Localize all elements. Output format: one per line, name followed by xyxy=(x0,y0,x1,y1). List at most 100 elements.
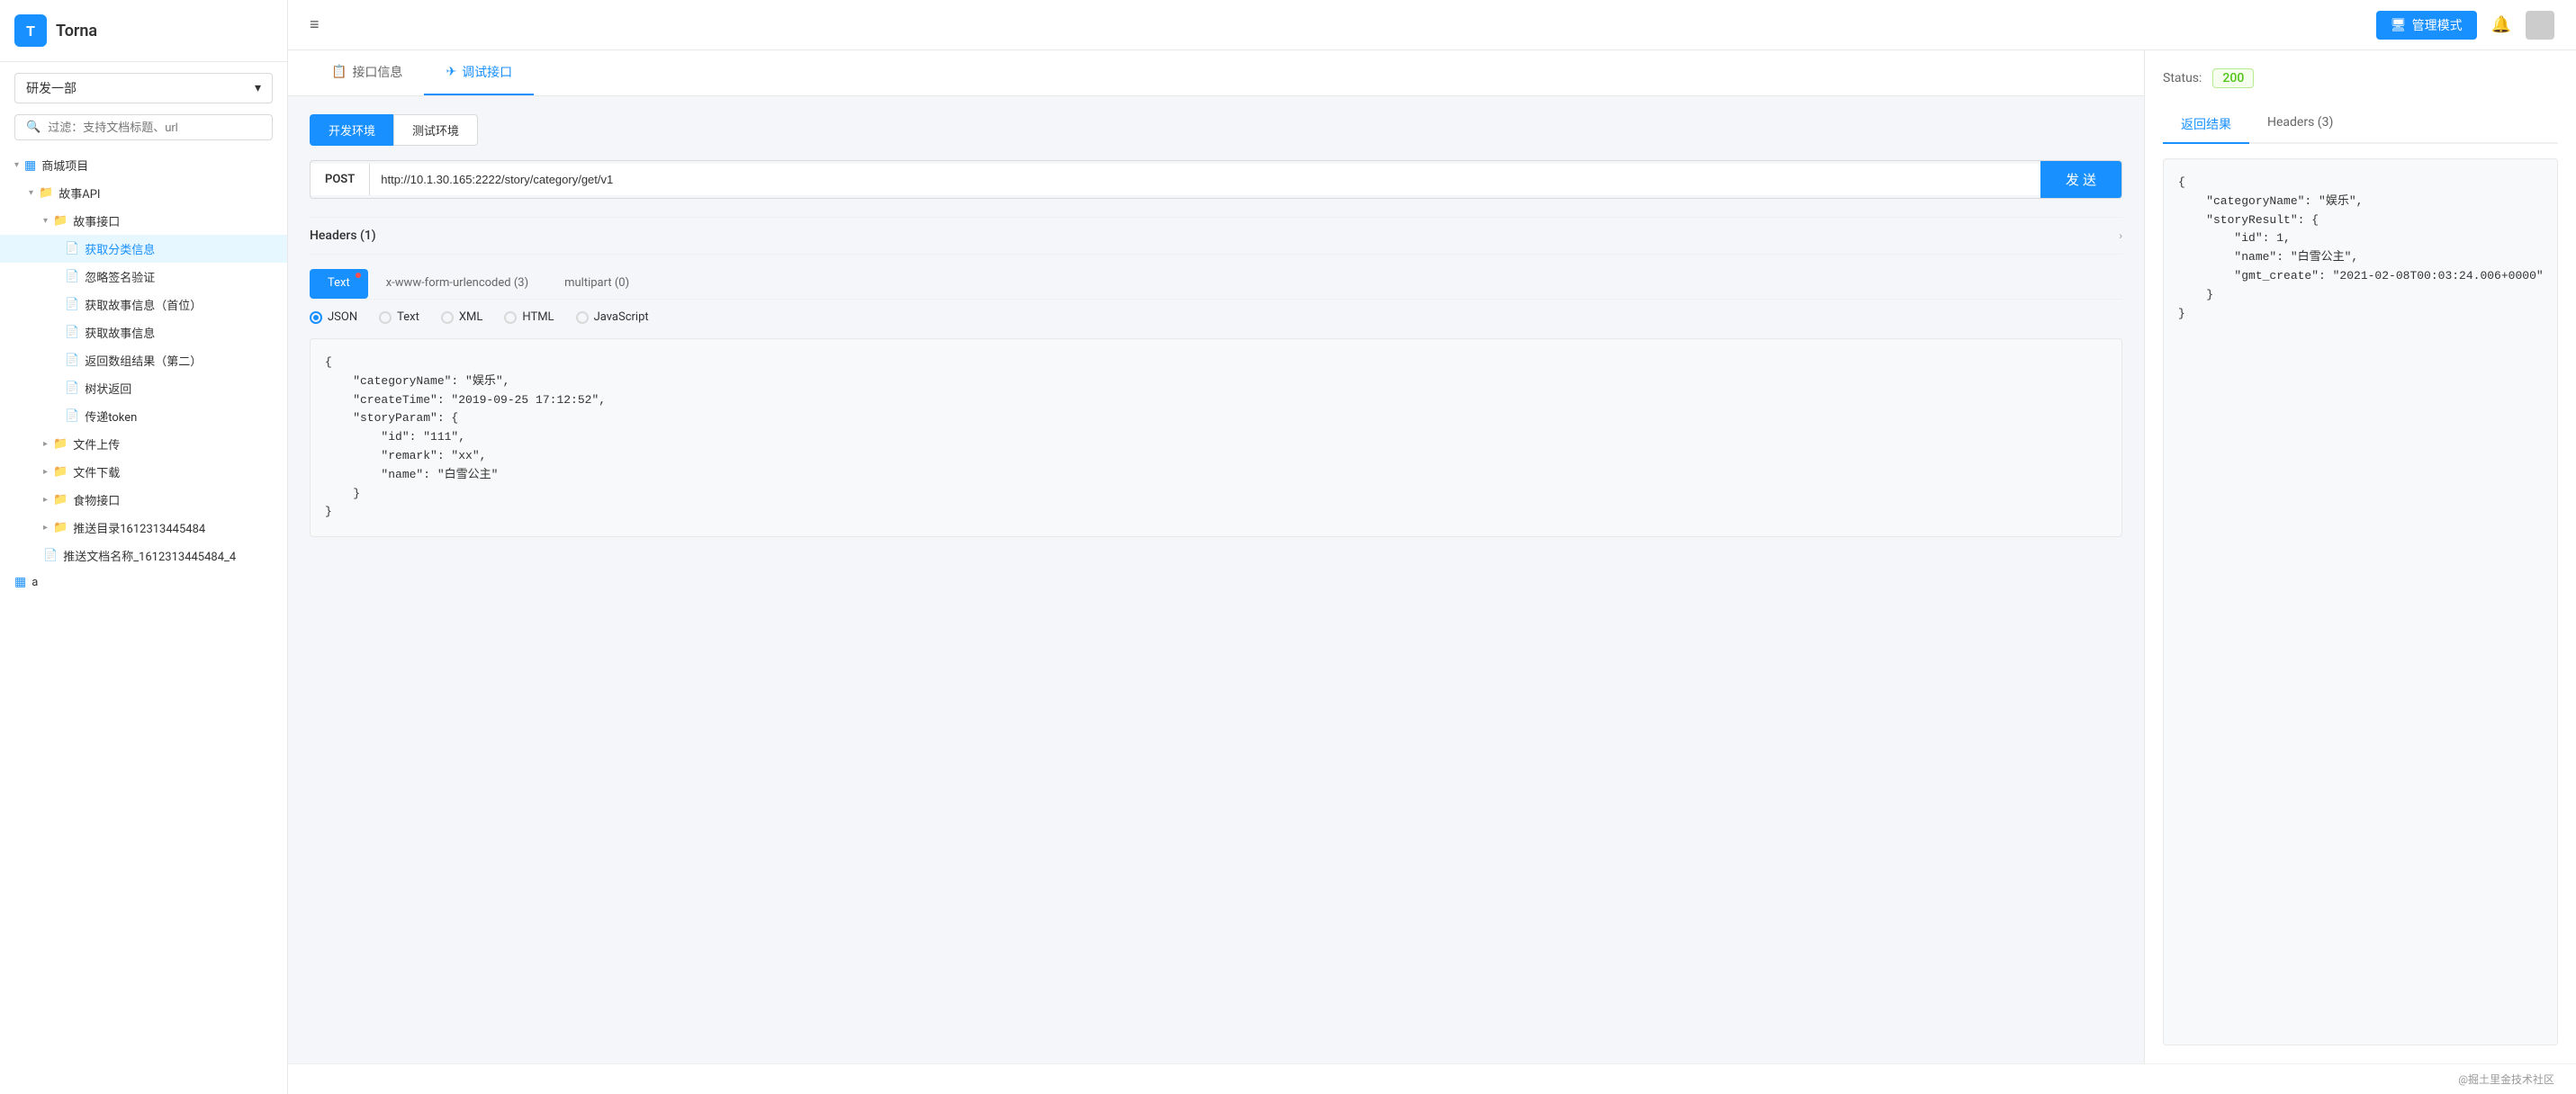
sidebar-item-folder1[interactable]: ▾ 📁 故事接口 xyxy=(0,207,287,235)
result-code-viewer: { "categoryName": "娱乐", "storyResult": {… xyxy=(2163,158,2558,1045)
body-tab-multipart-label: multipart (0) xyxy=(564,276,629,290)
env-test-button[interactable]: 测试环境 xyxy=(393,114,478,146)
sidebar-item-api1[interactable]: ▾ 📁 故事API xyxy=(0,179,287,207)
doc-icon: 📄 xyxy=(65,381,79,395)
sidebar-item-label: 文件上传 xyxy=(73,435,120,453)
sidebar-item-label: 树状返回 xyxy=(85,380,131,397)
avatar[interactable] xyxy=(2526,11,2554,40)
sidebar-item-label: 返回数组结果（第二） xyxy=(85,352,202,369)
sidebar-tree: ▾ ▦ 商城项目 ▾ 📁 故事API ▾ 📁 故事接口 📄 获取分类信息 📄 忽… xyxy=(0,151,287,1094)
tab-info-label: 接口信息 xyxy=(352,63,402,81)
doc-icon: 📄 xyxy=(65,270,79,283)
sidebar-item-label: 食物接口 xyxy=(73,491,120,508)
chevron-down-icon: ▾ xyxy=(14,160,19,170)
radio-text[interactable]: Text xyxy=(379,310,419,324)
project-icon: ▦ xyxy=(14,575,26,589)
sidebar-item-label: 商城项目 xyxy=(41,157,88,174)
radio-javascript-label: JavaScript xyxy=(594,310,649,324)
radio-xml-label: XML xyxy=(459,310,483,324)
project-icon: ▦ xyxy=(24,158,36,173)
radio-circle-html xyxy=(504,311,517,324)
menu-icon[interactable]: ≡ xyxy=(310,15,320,34)
sidebar-item-item8[interactable]: 📄 推送文档名称_1612313445484_4 xyxy=(0,542,287,569)
send-button[interactable]: 发 送 xyxy=(2040,161,2121,198)
sidebar-item-item4[interactable]: 📄 获取故事信息 xyxy=(0,318,287,346)
sidebar-item-label: 获取故事信息（首位） xyxy=(85,296,202,313)
url-input[interactable] xyxy=(370,164,2040,195)
sidebar-item-item2[interactable]: 📄 忽略签名验证 xyxy=(0,263,287,291)
bell-icon[interactable]: 🔔 xyxy=(2491,15,2511,34)
radio-javascript[interactable]: JavaScript xyxy=(576,310,649,324)
dept-selector[interactable]: 研发一部 ▾ xyxy=(14,73,273,103)
debug-tab-icon: ✈ xyxy=(446,65,456,79)
headers-section[interactable]: Headers (1) › xyxy=(310,217,2122,255)
body-code-editor[interactable]: { "categoryName": "娱乐", "createTime": "2… xyxy=(310,338,2122,537)
sidebar-item-folder2[interactable]: ▸ 📁 文件上传 xyxy=(0,430,287,458)
body-tab-urlencoded[interactable]: x-www-form-urlencoded (3) xyxy=(368,269,546,299)
sidebar-item-item6[interactable]: 📄 树状返回 xyxy=(0,374,287,402)
dot-indicator xyxy=(356,273,361,278)
chevron-right-icon: ▸ xyxy=(43,495,48,505)
sidebar-item-item9[interactable]: ▦ a xyxy=(0,569,287,595)
chevron-right-icon: ▸ xyxy=(43,467,48,477)
tab-debug-label: 调试接口 xyxy=(462,63,512,81)
main: ≡ 🖥 管理模式 🔔 📋 接口信息 ✈ xyxy=(288,0,2576,1094)
radio-circle-xml xyxy=(441,311,454,324)
sidebar-item-label: 推送文档名称_1612313445484_4 xyxy=(63,547,236,564)
folder-icon: 📁 xyxy=(53,521,68,534)
sidebar-item-item1[interactable]: 📄 获取分类信息 xyxy=(0,235,287,263)
sidebar-item-label: 传递token xyxy=(85,408,137,425)
chevron-right-icon: › xyxy=(2119,229,2122,242)
app-title: Torna xyxy=(56,22,97,40)
radio-xml[interactable]: XML xyxy=(441,310,483,324)
footer: @掘土里金技术社区 xyxy=(288,1063,2576,1094)
folder-icon: 📁 xyxy=(53,214,68,228)
admin-mode-button[interactable]: 🖥 管理模式 xyxy=(2376,11,2477,40)
sidebar-item-folder3[interactable]: ▸ 📁 文件下载 xyxy=(0,458,287,486)
sidebar-item-label: 忽略签名验证 xyxy=(85,268,155,285)
radio-circle-text xyxy=(379,311,392,324)
body-tab-text-label: Text xyxy=(328,276,350,290)
env-dev-button[interactable]: 开发环境 xyxy=(310,114,393,146)
result-tab-result[interactable]: 返回结果 xyxy=(2163,106,2249,144)
radio-html[interactable]: HTML xyxy=(504,310,554,324)
main-tabs-wrapper: 📋 接口信息 ✈ 调试接口 xyxy=(288,50,2144,96)
chevron-right-icon: ▸ xyxy=(43,439,48,449)
search-box: 🔍 xyxy=(14,114,273,140)
result-tab-headers[interactable]: Headers (3) xyxy=(2249,106,2351,144)
sidebar-item-label: 故事接口 xyxy=(73,212,120,229)
folder-icon: 📁 xyxy=(53,493,68,507)
sidebar-item-folder4[interactable]: ▸ 📁 食物接口 xyxy=(0,486,287,514)
method-badge: POST xyxy=(311,164,370,195)
result-tab-result-label: 返回结果 xyxy=(2181,118,2231,132)
tab-info[interactable]: 📋 接口信息 xyxy=(310,50,424,95)
sidebar-item-label: 获取分类信息 xyxy=(85,240,155,257)
logo-icon: T xyxy=(14,14,47,47)
status-row: Status: 200 xyxy=(2163,68,2558,88)
doc-icon: 📄 xyxy=(65,354,79,367)
sidebar: T Torna 研发一部 ▾ 🔍 ▾ ▦ 商城项目 ▾ 📁 故事API ▾ 📁 … xyxy=(0,0,288,1094)
body-tab-multipart[interactable]: multipart (0) xyxy=(546,269,647,299)
topbar-right: 🖥 管理模式 🔔 xyxy=(2376,11,2554,40)
sidebar-item-label: 推送目录1612313445484 xyxy=(73,519,205,536)
chevron-down-icon: ▾ xyxy=(43,216,48,226)
radio-circle-json xyxy=(310,311,322,324)
sidebar-item-folder5[interactable]: ▸ 📁 推送目录1612313445484 xyxy=(0,514,287,542)
radio-row: JSON Text XML HTML JavaScript xyxy=(310,310,2122,324)
search-input[interactable] xyxy=(48,121,261,134)
body-tab-text[interactable]: Text xyxy=(310,269,368,299)
folder-icon: 📁 xyxy=(53,437,68,451)
chevron-down-icon: ▾ xyxy=(29,188,33,198)
doc-tab-icon: 📋 xyxy=(331,65,347,79)
sidebar-item-project1[interactable]: ▾ ▦ 商城项目 xyxy=(0,151,287,179)
tab-debug[interactable]: ✈ 调试接口 xyxy=(424,50,534,95)
radio-html-label: HTML xyxy=(522,310,554,324)
sidebar-item-label: 文件下载 xyxy=(73,463,120,480)
sidebar-item-item5[interactable]: 📄 返回数组结果（第二） xyxy=(0,346,287,374)
sidebar-item-item3[interactable]: 📄 获取故事信息（首位） xyxy=(0,291,287,318)
dept-label: 研发一部 xyxy=(26,79,77,97)
radio-text-label: Text xyxy=(397,310,419,324)
sidebar-item-item7[interactable]: 📄 传递token xyxy=(0,402,287,430)
doc-icon: 📄 xyxy=(43,549,58,562)
radio-json[interactable]: JSON xyxy=(310,310,357,324)
